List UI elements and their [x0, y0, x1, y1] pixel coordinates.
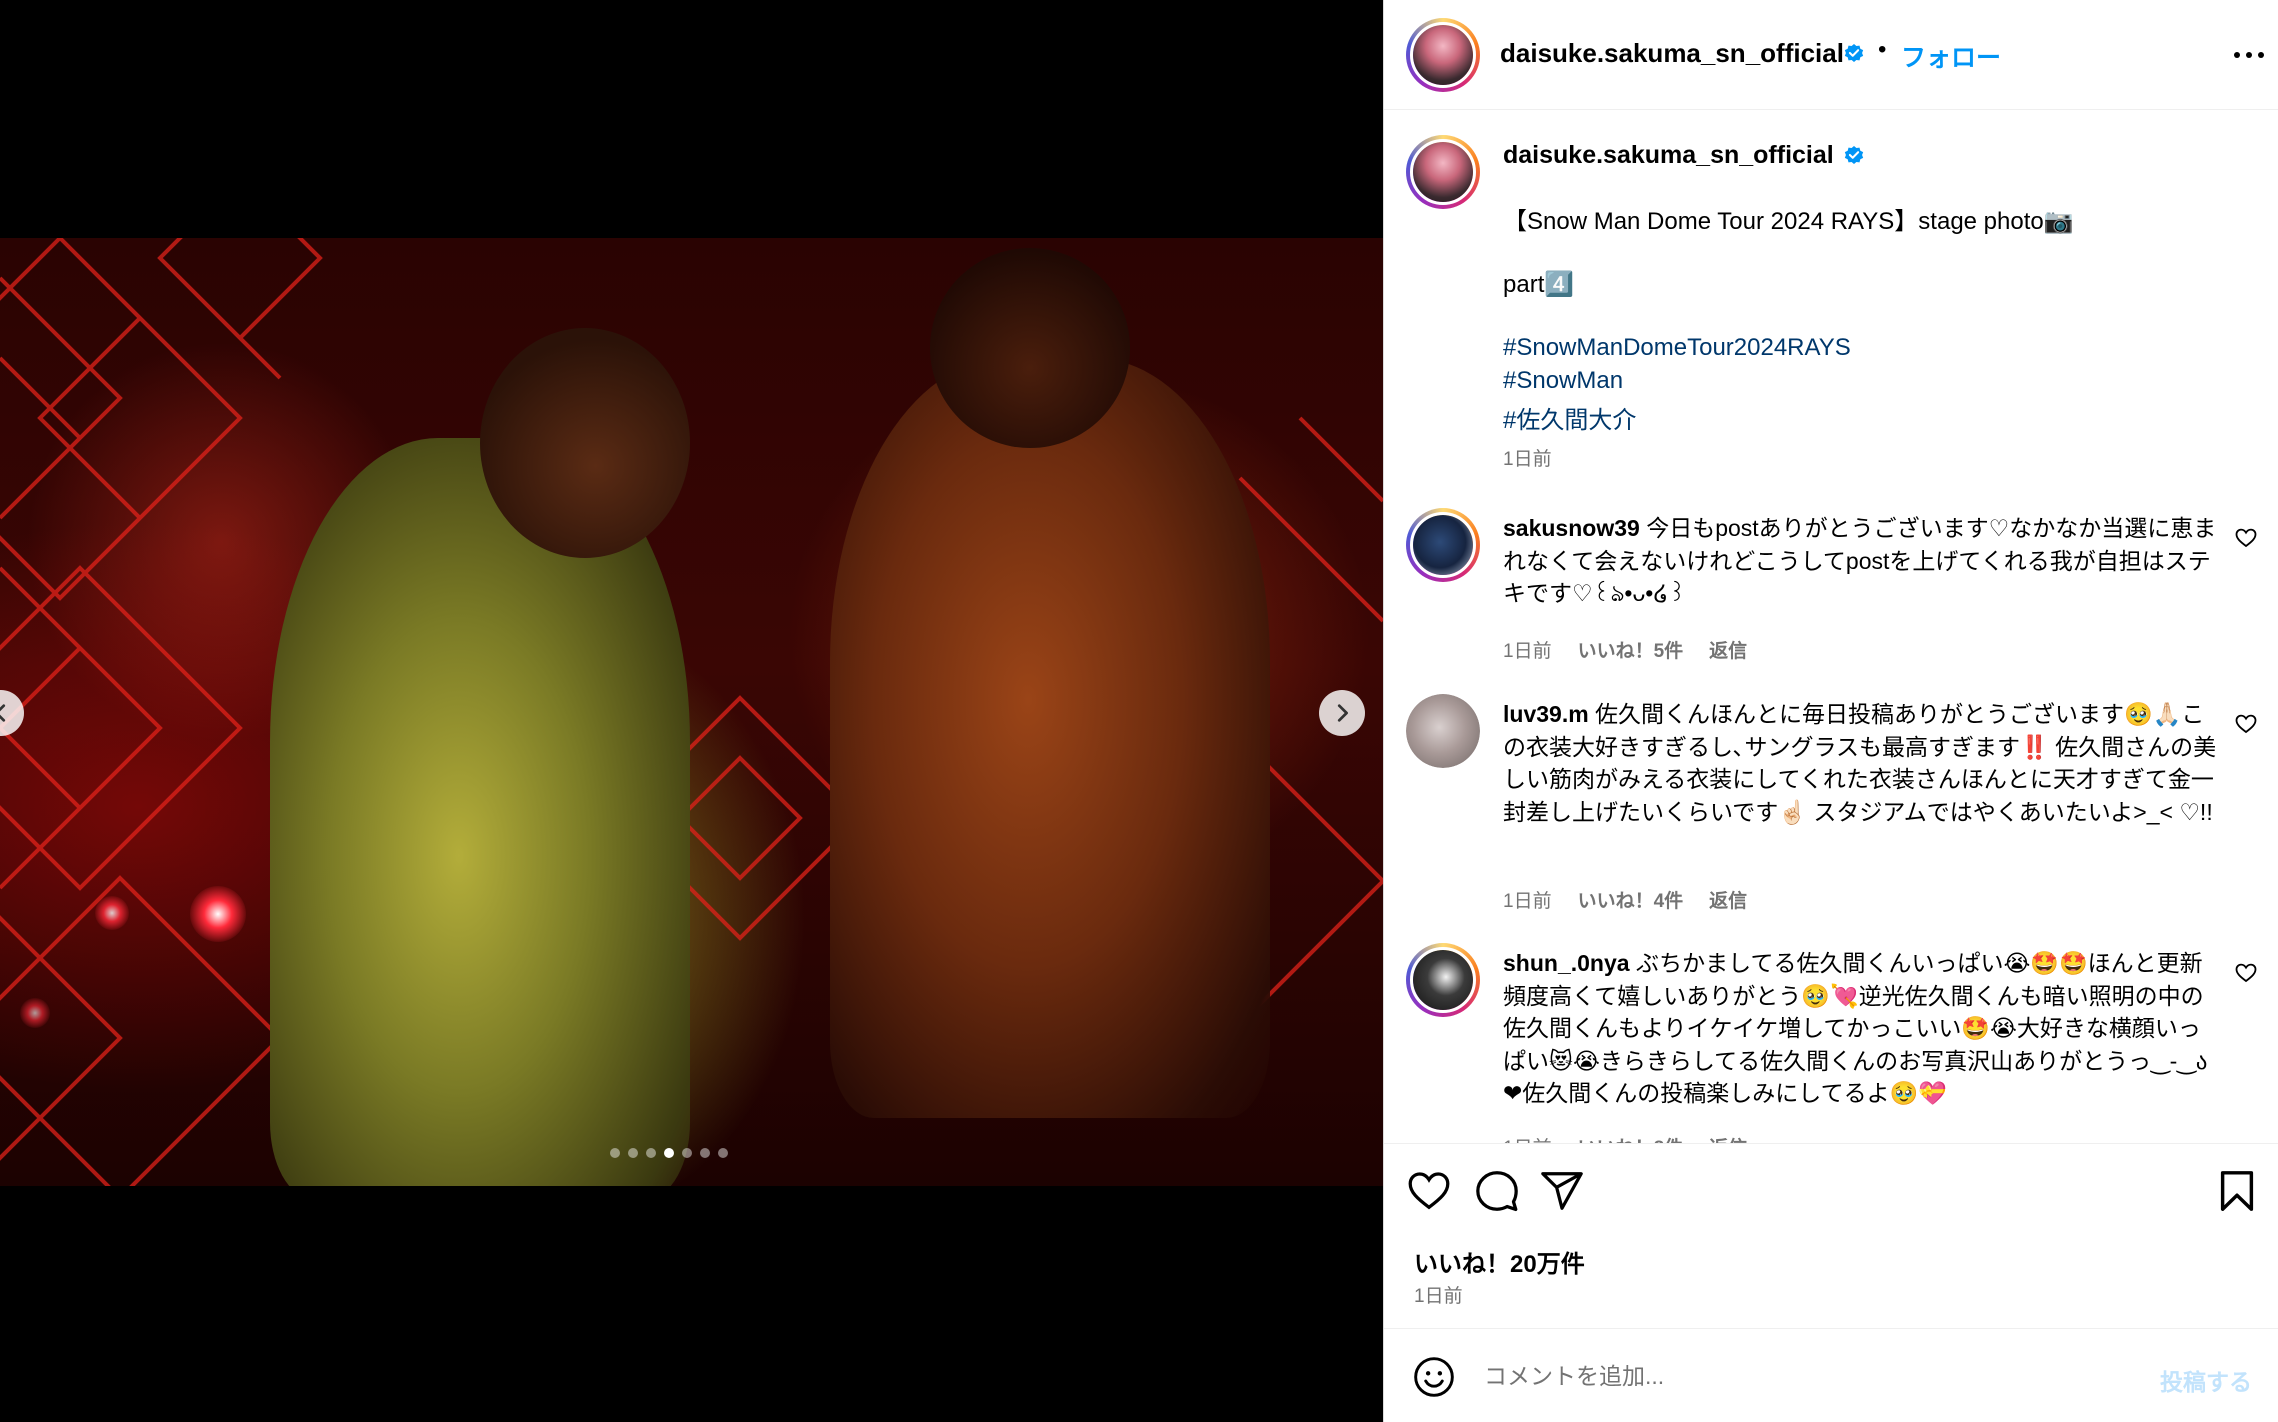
commenter-username[interactable]: shun_.0nya — [1503, 950, 1630, 976]
comment-timestamp: 1日前 — [1503, 1133, 1552, 1143]
carousel-dot — [628, 1148, 638, 1158]
caption-part-label: part4️⃣ — [1503, 271, 1575, 298]
performer-left — [270, 438, 690, 1186]
author-avatar[interactable] — [1406, 18, 1480, 92]
performer-right-head — [930, 248, 1130, 448]
comment-likes[interactable]: いいね！4件 — [1578, 886, 1684, 913]
post-sidebar: daisuke.sakuma_sn_official • フォロー daisuk… — [1383, 0, 2278, 1422]
carousel-dot — [700, 1148, 710, 1158]
stage-light — [95, 896, 129, 930]
more-icon[interactable] — [2231, 40, 2267, 70]
hashtag-link[interactable]: #SnowMan — [1503, 367, 1623, 395]
comment-icon[interactable] — [1474, 1168, 1520, 1214]
commenter-avatar[interactable] — [1406, 508, 1480, 582]
stage-light — [20, 998, 50, 1028]
share-icon[interactable] — [1539, 1168, 1585, 1214]
post-comment-button[interactable]: 投稿する — [2160, 1363, 2252, 1397]
likes-count[interactable]: いいね！20万件 — [1414, 1244, 1585, 1279]
carousel-dot — [610, 1148, 620, 1158]
chevron-right-icon — [1337, 704, 1348, 722]
heart-icon[interactable] — [1406, 1168, 1452, 1214]
hashtag-link[interactable]: #佐久間大介 — [1503, 400, 1636, 435]
comment-likes[interactable]: いいね！5件 — [1578, 636, 1684, 663]
verified-badge-icon — [1844, 146, 1864, 164]
performer-right — [830, 358, 1270, 1118]
comment-timestamp: 1日前 — [1503, 641, 1552, 662]
post-timestamp: 1日前 — [1414, 1286, 1463, 1307]
post-header: daisuke.sakuma_sn_official • フォロー — [1384, 0, 2278, 110]
emoji-icon[interactable] — [1412, 1355, 1456, 1399]
caption-text: 【Snow Man Dome Tour 2024 RAYS】stage phot… — [1503, 208, 2074, 235]
author-username[interactable]: daisuke.sakuma_sn_official — [1500, 38, 1844, 69]
chevron-left-icon — [0, 704, 6, 722]
comment-body: sakusnow39 今日もpostありがとうございます♡なかなか当選に恵まれな… — [1503, 512, 2221, 610]
heart-icon[interactable] — [2234, 526, 2258, 550]
header-separator: • — [1878, 36, 1887, 63]
comment-text: 佐久間くんほんとに毎日投稿ありがとうございます🥹🙏🏻この衣装大好きすぎるし､サン… — [1503, 701, 2217, 825]
reply-button[interactable]: 返信 — [1709, 886, 1747, 913]
comment-body: shun_.0nya ぶちかましてる佐久間くんいっぱい😭🤩🤩ほんと更新頻度高くて… — [1503, 947, 2221, 1110]
caption-timestamp: 1日前 — [1503, 449, 1552, 470]
performer-left-head — [480, 328, 690, 558]
bookmark-icon[interactable] — [2214, 1168, 2260, 1214]
add-comment-bar: 投稿する — [1384, 1328, 2278, 1422]
hashtag-link[interactable]: #SnowManDomeTour2024RAYS — [1503, 334, 1851, 362]
stage-light — [190, 886, 246, 942]
carousel-dot — [718, 1148, 728, 1158]
post-actions: いいね！20万件 1日前 — [1384, 1143, 2278, 1328]
caption-author-avatar[interactable] — [1406, 135, 1480, 209]
comment-meta: 1日前 いいね！8件 返信 — [1503, 1133, 1747, 1143]
heart-icon[interactable] — [2234, 712, 2258, 736]
carousel-dot — [682, 1148, 692, 1158]
post-photo — [0, 238, 1383, 1186]
comments-section[interactable]: daisuke.sakuma_sn_official 【Snow Man Dom… — [1384, 111, 2278, 1143]
carousel-dot — [646, 1148, 656, 1158]
comment-meta: 1日前 いいね！4件 返信 — [1503, 886, 1747, 913]
comment-likes[interactable]: いいね！8件 — [1578, 1133, 1684, 1143]
commenter-avatar[interactable] — [1406, 943, 1480, 1017]
comment-body: luv39.m 佐久間くんほんとに毎日投稿ありがとうございます🥹🙏🏻この衣装大好… — [1503, 698, 2221, 828]
carousel-indicator — [610, 1148, 728, 1158]
comment-timestamp: 1日前 — [1503, 891, 1552, 912]
commenter-username[interactable]: sakusnow39 — [1503, 515, 1640, 541]
heart-icon[interactable] — [2234, 961, 2258, 985]
media-viewer — [0, 0, 1383, 1422]
verified-badge-icon — [1844, 44, 1864, 62]
carousel-dot — [664, 1148, 674, 1158]
reply-button[interactable]: 返信 — [1709, 1133, 1747, 1143]
next-slide-button[interactable] — [1319, 690, 1365, 736]
reply-button[interactable]: 返信 — [1709, 636, 1747, 663]
commenter-avatar[interactable] — [1406, 694, 1480, 768]
commenter-username[interactable]: luv39.m — [1503, 701, 1589, 727]
caption-author-username[interactable]: daisuke.sakuma_sn_official — [1503, 141, 1834, 170]
comment-input[interactable] — [1484, 1351, 2124, 1401]
follow-button[interactable]: フォロー — [1901, 38, 2001, 74]
comment-meta: 1日前 いいね！5件 返信 — [1503, 636, 1747, 663]
